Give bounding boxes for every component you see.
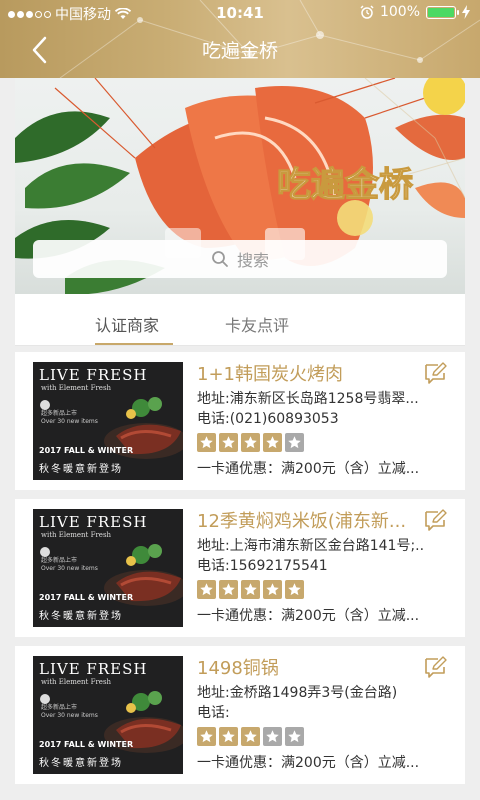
edit-review-icon[interactable]: [423, 509, 447, 531]
thumb-season: 2017 FALL & WINTER: [39, 593, 134, 602]
thumb-badge: [40, 400, 50, 410]
merchant-promo: 一卡通优惠：满200元（含）立减...: [197, 461, 420, 477]
active-tab-indicator: [95, 343, 173, 345]
star-filled-icon: [263, 580, 282, 599]
thumb-season: 2017 FALL & WINTER: [39, 446, 134, 455]
thumb-new-items: 超多新品上市 Over 30 new items: [41, 557, 98, 572]
status-right: 100%: [360, 4, 470, 20]
star-filled-icon: [219, 433, 238, 452]
merchant-card[interactable]: LIVE FRESH with Element Fresh 超多新品上市 Over…: [15, 646, 465, 784]
edit-review-icon[interactable]: [423, 656, 447, 678]
thumb-headline: LIVE FRESH: [39, 513, 148, 531]
star-filled-icon: [241, 433, 260, 452]
merchant-rating: [197, 727, 459, 746]
star-filled-icon: [241, 580, 260, 599]
edit-review-icon[interactable]: [423, 362, 447, 384]
merchant-name: 1+1韩国炭火烤肉: [197, 364, 343, 385]
star-filled-icon: [197, 433, 216, 452]
merchant-phone: 电话:15692175541: [197, 558, 328, 574]
star-filled-icon: [285, 580, 304, 599]
merchant-address: 地址:浦东新区长岛路1258号翡翠...: [197, 391, 419, 407]
thumb-new-items: 超多新品上市 Over 30 new items: [41, 704, 98, 719]
merchant-info: 12季黄焖鸡米饭(浦东新... 地址:上海市浦东新区金台路141号;... 电话…: [197, 509, 459, 626]
merchant-address: 地址:上海市浦东新区金台路141号;...: [197, 538, 425, 554]
merchant-phone: 电话:(021)60893053: [197, 411, 339, 427]
merchant-card[interactable]: LIVE FRESH with Element Fresh 超多新品上市 Over…: [15, 499, 465, 637]
star-filled-icon: [197, 580, 216, 599]
merchant-thumbnail: LIVE FRESH with Element Fresh 超多新品上市 Over…: [33, 362, 183, 480]
star-filled-icon: [263, 433, 282, 452]
star-empty-icon: [285, 727, 304, 746]
star-filled-icon: [219, 727, 238, 746]
merchant-card[interactable]: LIVE FRESH with Element Fresh 超多新品上市 Over…: [15, 352, 465, 490]
star-empty-icon: [285, 433, 304, 452]
merchant-promo: 一卡通优惠：满200元（含）立减...: [197, 608, 420, 624]
merchant-thumbnail: LIVE FRESH with Element Fresh 超多新品上市 Over…: [33, 656, 183, 774]
merchant-name: 1498铜锅: [197, 658, 279, 679]
merchant-info: 1+1韩国炭火烤肉 地址:浦东新区长岛路1258号翡翠... 电话:(021)6…: [197, 362, 459, 479]
banner-logo-text: 吃遍金桥: [277, 165, 413, 205]
search-placeholder: 搜索: [236, 251, 269, 270]
thumb-season: 2017 FALL & WINTER: [39, 740, 134, 749]
search-icon: [212, 251, 228, 267]
merchant-rating: [197, 433, 459, 452]
search-input[interactable]: 搜索: [33, 240, 447, 278]
thumb-slogan: 秋冬暖意新登场: [39, 464, 123, 475]
banner: 吃遍金桥 搜索: [15, 78, 465, 294]
star-empty-icon: [263, 727, 282, 746]
tab-certified-merchants[interactable]: 认证商家: [95, 312, 159, 336]
merchant-list: LIVE FRESH with Element Fresh 超多新品上市 Over…: [15, 352, 465, 793]
thumb-slogan: 秋冬暖意新登场: [39, 611, 123, 622]
charging-icon: [462, 5, 470, 19]
navigation-bar: 吃遍金桥: [0, 26, 480, 76]
thumb-badge: [40, 694, 50, 704]
battery-icon: [426, 5, 459, 19]
merchant-info: 1498铜锅 地址:金桥路1498弄3号(金台路) 电话: 一卡通优惠：满200…: [197, 656, 459, 773]
thumb-headline: LIVE FRESH: [39, 366, 148, 384]
merchant-promo: 一卡通优惠：满200元（含）立减...: [197, 755, 420, 771]
merchant-phone: 电话:: [197, 705, 230, 721]
star-filled-icon: [241, 727, 260, 746]
star-filled-icon: [219, 580, 238, 599]
header-bar: 中国移动 10:41 100% 吃遍金桥: [0, 0, 480, 78]
thumb-slogan: 秋冬暖意新登场: [39, 758, 123, 769]
status-bar: 中国移动 10:41 100%: [0, 0, 480, 26]
merchant-name: 12季黄焖鸡米饭(浦东新...: [197, 511, 407, 532]
thumb-new-items: 超多新品上市 Over 30 new items: [41, 410, 98, 425]
star-filled-icon: [197, 727, 216, 746]
battery-percent: 100%: [379, 4, 420, 20]
tab-bar: 认证商家 卡友点评: [15, 294, 465, 346]
merchant-address: 地址:金桥路1498弄3号(金台路): [197, 685, 398, 701]
alarm-icon: [360, 5, 374, 19]
thumb-badge: [40, 547, 50, 557]
tab-cardholder-reviews[interactable]: 卡友点评: [225, 312, 289, 336]
merchant-thumbnail: LIVE FRESH with Element Fresh 超多新品上市 Over…: [33, 509, 183, 627]
page-title: 吃遍金桥: [201, 40, 278, 62]
merchant-rating: [197, 580, 459, 599]
thumb-headline: LIVE FRESH: [39, 660, 148, 678]
